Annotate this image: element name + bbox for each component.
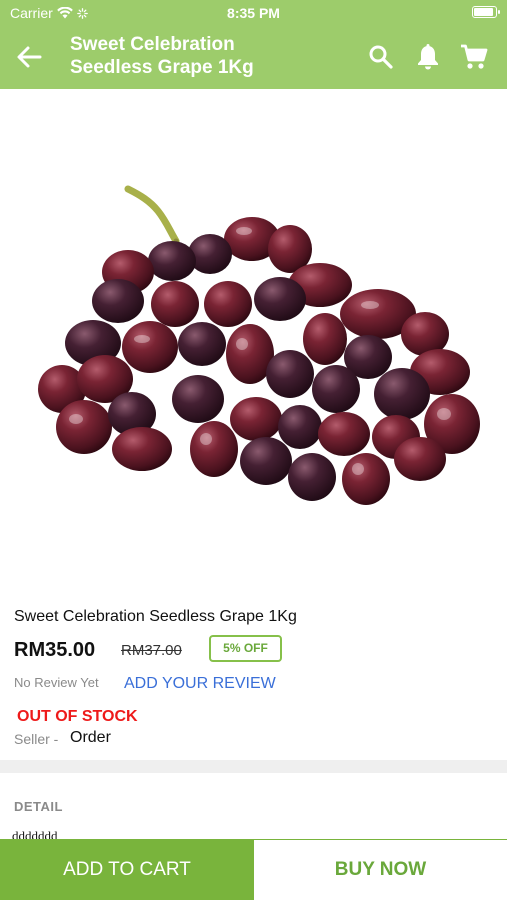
bell-icon[interactable] [413, 42, 443, 72]
original-price: RM37.00 [121, 642, 182, 659]
product-name: Sweet Celebration Seedless Grape 1Kg [14, 608, 297, 625]
status-bar: Carrier 8:35 PM [0, 0, 507, 26]
back-arrow-icon[interactable] [14, 42, 44, 72]
product-price: RM35.00 [14, 639, 96, 661]
discount-badge: 5% OFF [209, 635, 282, 662]
detail-heading: DETAIL [14, 799, 63, 814]
app-bar: Sweet Celebration Seedless Grape 1Kg [0, 26, 507, 89]
seller-value[interactable]: Order [70, 729, 111, 747]
battery-icon [472, 6, 500, 18]
product-image [0, 89, 507, 589]
buy-now-button[interactable]: BUY NOW [254, 839, 507, 900]
product-detail-screen: Carrier 8:35 PM Sweet Celebration Seedle… [0, 0, 507, 900]
bottom-action-bar: ADD TO CART BUY NOW [0, 839, 507, 900]
seller-label: Seller - [14, 731, 59, 747]
page-title: Sweet Celebration Seedless Grape 1Kg [70, 34, 254, 78]
search-icon[interactable] [366, 42, 396, 72]
add-review-link[interactable]: ADD YOUR REVIEW [124, 675, 276, 693]
grape-bunch-image [38, 185, 480, 505]
status-time: 8:35 PM [227, 5, 280, 21]
cart-icon[interactable] [459, 42, 489, 72]
stock-status: OUT OF STOCK [17, 708, 138, 725]
add-to-cart-button[interactable]: ADD TO CART [0, 839, 254, 900]
review-status: No Review Yet [14, 675, 99, 690]
section-divider [0, 760, 507, 773]
